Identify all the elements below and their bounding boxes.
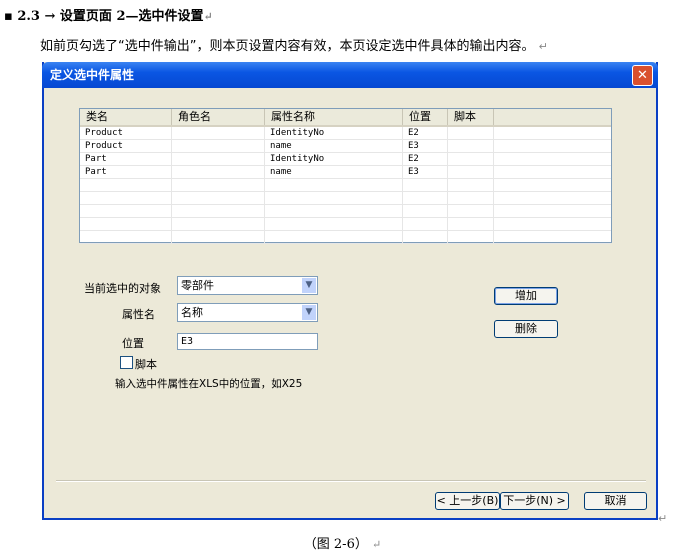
position-input[interactable]: E3 [177, 333, 318, 350]
table-cell [403, 192, 448, 204]
column-header[interactable]: 位置 [403, 109, 448, 125]
object-value: 零部件 [181, 279, 214, 292]
table-cell [172, 153, 265, 165]
table-cell [403, 179, 448, 191]
table-cell [80, 205, 172, 217]
table-cell: Product [80, 127, 172, 139]
table-cell [172, 192, 265, 204]
script-checkbox[interactable] [120, 356, 133, 369]
script-label: 脚本 [135, 358, 157, 371]
table-cell [172, 166, 265, 178]
table-cell: name [265, 166, 403, 178]
table-cell [448, 231, 494, 243]
chevron-down-icon[interactable]: ▼ [302, 305, 316, 320]
table-row[interactable]: Product name E3 [80, 140, 611, 153]
table-cell: Part [80, 153, 172, 165]
add-button[interactable]: 增加 [494, 287, 558, 305]
attr-value: 名称 [181, 306, 203, 319]
table-cell [448, 179, 494, 191]
table-row[interactable]: Product IdentityNo E2 [80, 127, 611, 140]
table-row [80, 179, 611, 192]
section-number: 2.3 [17, 9, 40, 24]
table-cell [448, 205, 494, 217]
column-header[interactable]: 脚本 [448, 109, 494, 125]
dialog-title-bar: 定义选中件属性 ✕ [42, 62, 658, 88]
table-cell [403, 205, 448, 217]
table-cell [172, 140, 265, 152]
table-row [80, 231, 611, 244]
table-cell: IdentityNo [265, 153, 403, 165]
next-button[interactable]: 下一步(N) > [500, 492, 569, 510]
object-select[interactable]: 零部件 ▼ [177, 276, 318, 295]
table-cell [448, 153, 494, 165]
table-cell [403, 231, 448, 243]
section-heading: ▪ 2.3 → 设置页面 2—选中件设置↵ [4, 9, 213, 24]
table-cell [172, 205, 265, 217]
column-header[interactable]: 属性名称 [265, 109, 403, 125]
table-cell: E2 [403, 153, 448, 165]
table-cell [265, 205, 403, 217]
close-button[interactable]: ✕ [632, 65, 653, 86]
table-cell [403, 218, 448, 230]
position-label: 位置 [122, 337, 144, 350]
paragraph-text: 如前页勾选了“选中件输出”，则本页设置内容有效，本页设定选中件具体的输出内容。 [40, 39, 535, 54]
paragraph: 如前页勾选了“选中件输出”，则本页设置内容有效，本页设定选中件具体的输出内容。 … [40, 39, 548, 54]
table-cell [172, 231, 265, 243]
table-cell: E2 [403, 127, 448, 139]
table-cell [172, 179, 265, 191]
table-cell: IdentityNo [265, 127, 403, 139]
table-cell [80, 192, 172, 204]
section-title: 设置页面 2—选中件设置 [59, 9, 204, 24]
table-cell: E3 [403, 166, 448, 178]
divider [56, 480, 646, 482]
table-cell [265, 179, 403, 191]
table-cell [448, 218, 494, 230]
table-cell [172, 127, 265, 139]
table-cell [80, 179, 172, 191]
prev-button[interactable]: < 上一步(B) [435, 492, 500, 510]
dialog-title: 定义选中件属性 [50, 68, 135, 82]
column-header[interactable]: 角色名 [172, 109, 265, 125]
table-header: 类名 角色名 属性名称 位置 脚本 [80, 109, 611, 127]
table-cell [448, 140, 494, 152]
paragraph-mark: ↵ [658, 512, 668, 525]
table-cell [80, 218, 172, 230]
table-row [80, 205, 611, 218]
table-cell [448, 166, 494, 178]
table-row[interactable]: Part name E3 [80, 166, 611, 179]
table-row[interactable]: Part IdentityNo E2 [80, 153, 611, 166]
attr-label: 属性名 [122, 308, 155, 321]
chevron-down-icon[interactable]: ▼ [302, 278, 316, 293]
table-cell: Part [80, 166, 172, 178]
cancel-button[interactable]: 取消 [584, 492, 647, 510]
table-cell: E3 [403, 140, 448, 152]
delete-button[interactable]: 删除 [494, 320, 558, 338]
attr-select[interactable]: 名称 ▼ [177, 303, 318, 322]
figure-caption: （图 2-6） ↵ [303, 537, 382, 552]
table-cell: Product [80, 140, 172, 152]
table-cell: name [265, 140, 403, 152]
table-row [80, 192, 611, 205]
hint-text: 输入选中件属性在XLS中的位置，如X25 [115, 378, 303, 390]
table-cell [265, 218, 403, 230]
table-cell [80, 231, 172, 243]
column-header[interactable]: 类名 [80, 109, 172, 125]
attribute-table: 类名 角色名 属性名称 位置 脚本 Product IdentityNo E2 Product… [79, 108, 612, 244]
table-cell [448, 192, 494, 204]
table-cell [265, 231, 403, 243]
table-cell [265, 192, 403, 204]
table-row [80, 218, 611, 231]
table-cell [448, 127, 494, 139]
object-label: 当前选中的对象 [84, 282, 161, 295]
table-cell [172, 218, 265, 230]
caption-text: （图 2-6） [303, 537, 368, 552]
